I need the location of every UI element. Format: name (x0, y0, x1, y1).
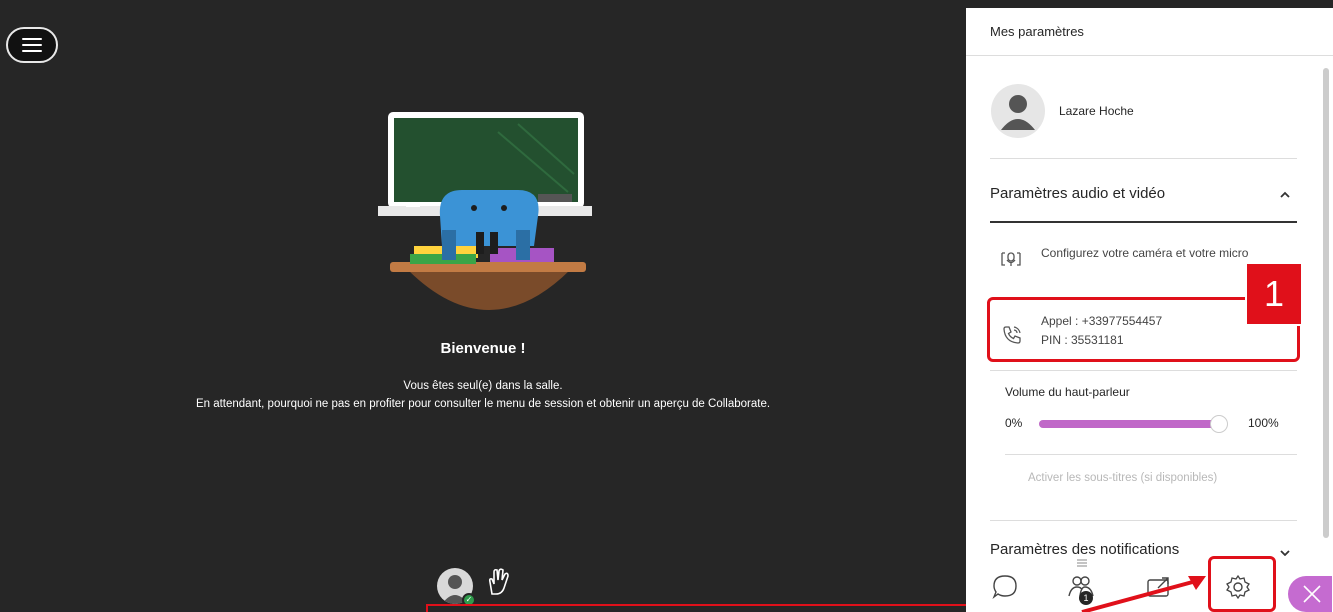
user-icon (1001, 95, 1035, 130)
audio-video-settings-header[interactable]: Paramètres audio et vidéo (990, 185, 1165, 202)
avatar[interactable] (991, 84, 1045, 138)
panel-title: Mes paramètres (990, 24, 1084, 39)
divider (990, 221, 1297, 223)
divider (990, 520, 1297, 521)
configure-camera-mic-link[interactable]: Configurez votre caméra et votre micro (1041, 244, 1271, 263)
close-panel-button[interactable] (1288, 576, 1332, 612)
step-number-badge: 1 (1245, 262, 1303, 326)
hamburger-icon (22, 38, 42, 52)
speaker-volume-slider[interactable] (1039, 415, 1228, 433)
chevron-up-icon[interactable] (1278, 188, 1292, 202)
camera-mic-icon (1001, 252, 1021, 266)
volume-handle[interactable] (1209, 415, 1228, 433)
scroll-thumb[interactable] (1323, 68, 1329, 538)
speaker-volume-label: Volume du haut-parleur (1005, 385, 1130, 399)
divider (990, 370, 1297, 371)
welcome-hint: En attendant, pourquoi ne pas en profite… (195, 398, 771, 410)
divider (1005, 454, 1297, 455)
user-name: Lazare Hoche (1059, 104, 1134, 118)
volume-min-label: 0% (1005, 416, 1023, 430)
panel-scrollbar[interactable] (1322, 58, 1330, 558)
enable-captions-toggle[interactable]: Activer les sous-titres (si disponibles) (1028, 472, 1217, 484)
annotation-arrow-icon (1081, 576, 1206, 612)
drag-handle-icon[interactable] (1076, 559, 1088, 567)
close-icon (1303, 585, 1321, 603)
session-menu-button[interactable] (6, 27, 58, 63)
annotation-highlight-settings (1208, 556, 1276, 612)
volume-fill (1039, 420, 1219, 428)
raise-hand-icon[interactable] (486, 568, 512, 596)
volume-max-label: 100% (1248, 416, 1279, 430)
panel-header: Mes paramètres (966, 8, 1333, 56)
welcome-title: Bienvenue ! (440, 340, 526, 357)
chat-icon[interactable] (990, 572, 1020, 602)
divider (990, 158, 1297, 159)
welcome-message: Vous êtes seul(e) dans la salle. (403, 380, 563, 392)
welcome-illustration (378, 112, 592, 310)
